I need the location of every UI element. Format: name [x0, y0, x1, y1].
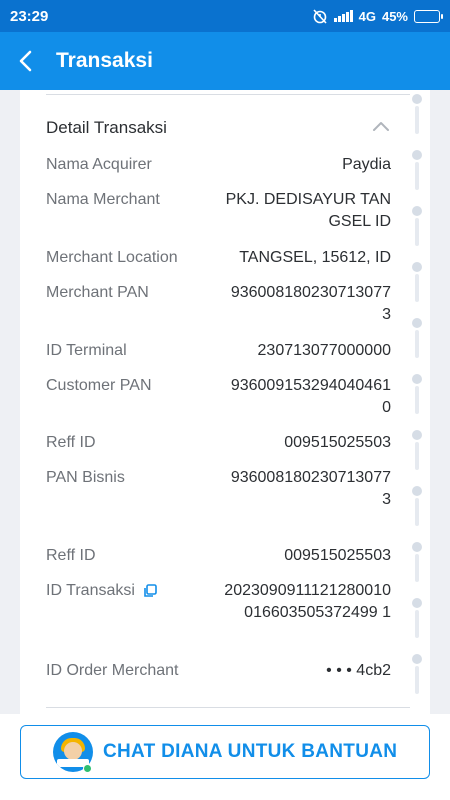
row-value: • • • 4cb2 — [326, 662, 391, 679]
row-label: Nama Merchant — [46, 191, 160, 208]
row-value: 230713077000000 — [257, 342, 391, 359]
section-title: Detail Transaksi — [46, 118, 167, 137]
detail-card: Detail Transaksi Nama Acquirer Paydia Na… — [20, 90, 430, 714]
divider — [46, 94, 410, 95]
row-label: Merchant PAN — [46, 284, 149, 301]
row-value: 9360081802307130773 — [230, 284, 391, 323]
chat-button-label: CHAT DIANA UNTUK BANTUAN — [103, 741, 398, 762]
divider — [46, 707, 410, 708]
back-arrow-icon — [19, 50, 32, 72]
footer: CHAT DIANA UNTUK BANTUAN — [0, 714, 450, 800]
scroll-content[interactable]: Detail Transaksi Nama Acquirer Paydia Na… — [0, 90, 450, 714]
status-icons: 4G 45% — [312, 8, 443, 24]
row-label: Nama Acquirer — [46, 156, 152, 173]
row-value: TANGSEL, 15612, ID — [239, 249, 391, 266]
copy-icon[interactable] — [143, 584, 157, 598]
battery-percent: 45% — [381, 8, 408, 24]
row-value: 2023090911121280010016603505372499 1 — [224, 582, 391, 621]
battery-icon — [414, 9, 443, 23]
status-bar: 23:29 4G 45% — [0, 0, 450, 32]
row-label: Customer PAN — [46, 377, 152, 394]
row-value: 009515025503 — [284, 547, 391, 564]
row-label: Merchant Location — [46, 249, 178, 266]
app-bar: Transaksi — [0, 32, 450, 90]
status-time: 23:29 — [10, 7, 49, 25]
chat-diana-button[interactable]: CHAT DIANA UNTUK BANTUAN — [20, 725, 430, 779]
row-label: Reff ID — [46, 434, 96, 451]
row-label: ID Transaksi — [46, 580, 157, 602]
network-type: 4G — [358, 8, 376, 24]
row-label: PAN Bisnis — [46, 469, 125, 486]
chevron-up-icon[interactable] — [372, 120, 390, 132]
row-value: 9360091532940404610 — [230, 377, 391, 416]
row-value: 009515025503 — [284, 434, 391, 451]
online-status-icon — [83, 764, 92, 773]
row-value: 9360081802307130773 — [230, 469, 391, 508]
row-label: Reff ID — [46, 547, 96, 564]
row-label-text: ID Transaksi — [46, 582, 135, 599]
alarm-off-icon — [313, 9, 327, 24]
row-label: ID Order Merchant — [46, 662, 179, 679]
page-title: Transaksi — [56, 49, 153, 72]
back-button[interactable] — [0, 32, 50, 90]
row-value: Paydia — [342, 156, 391, 173]
signal-icon — [333, 10, 353, 22]
row-label: ID Terminal — [46, 342, 127, 359]
dana-watermark — [410, 94, 424, 696]
row-value: PKJ. DEDISAYUR TAN GSEL ID — [225, 191, 391, 230]
